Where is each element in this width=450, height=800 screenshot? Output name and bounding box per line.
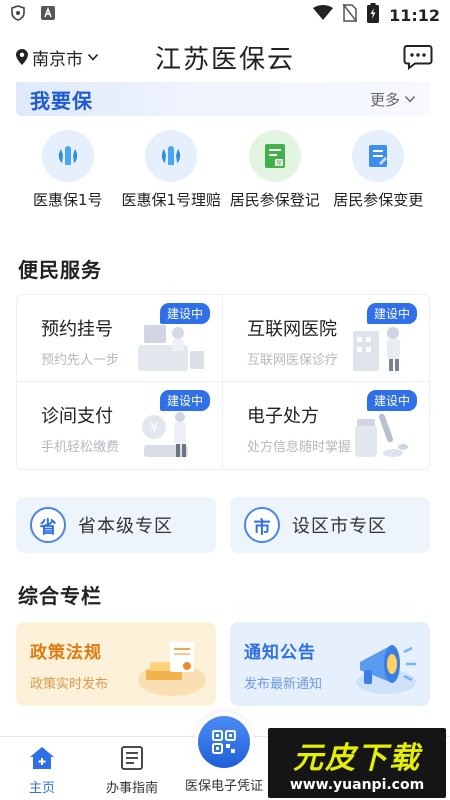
no-sim-icon	[342, 3, 358, 26]
nav-label: 主页	[28, 781, 55, 796]
nav-guide[interactable]: 办事指南	[92, 745, 172, 796]
more-link[interactable]: 更多	[370, 89, 416, 110]
register-doc-icon: 保	[248, 130, 301, 182]
font-a-icon	[40, 5, 56, 25]
quick-item-yihuibao[interactable]: 医惠保1号	[16, 130, 120, 210]
city-selector[interactable]: 南京市	[16, 45, 99, 70]
province-badge-icon: 省	[30, 507, 66, 543]
quick-item-resident-register[interactable]: 保 居民参保登记	[223, 130, 327, 210]
zone-provincial[interactable]: 省 省本级专区	[16, 497, 216, 553]
chevron-down-icon	[87, 53, 99, 61]
message-button[interactable]	[402, 43, 434, 71]
service-internet-hospital[interactable]: 互联网医院 互联网医保诊疗 建设中	[223, 295, 429, 382]
location-pin-icon	[16, 49, 28, 65]
section-title: 便民服务	[18, 258, 102, 282]
hands-icon	[145, 130, 198, 182]
law-books-icon	[138, 642, 206, 696]
hands-icon	[41, 130, 94, 182]
wifi-icon	[313, 5, 334, 25]
watermark-url: www.yuanpi.com	[289, 777, 425, 793]
city-label: 南京市	[32, 49, 83, 70]
payment-coins-icon: ¥	[142, 412, 188, 457]
more-label: 更多	[369, 90, 400, 109]
quick-item-label: 医惠保1号理赔	[121, 191, 222, 209]
nav-home[interactable]: 主页	[2, 745, 82, 796]
column-policy[interactable]: 政策法规 政策实时发布	[16, 622, 216, 706]
zone-label: 省本级专区	[78, 516, 173, 537]
zone-city[interactable]: 市 设区市专区	[230, 497, 430, 553]
medicine-bottle-icon	[355, 413, 408, 457]
service-grid: 预约挂号 预约先人一步 建设中 互联网医院 互联网医保诊疗 建设中 诊间支付 手…	[16, 294, 430, 470]
ecert-scan-button[interactable]	[194, 712, 254, 772]
hospital-building-icon	[353, 327, 400, 371]
service-clinic-payment[interactable]: 诊间支付 手机轻松缴费 建设中 ¥	[17, 382, 223, 469]
quick-item-label: 医惠保1号	[32, 191, 103, 209]
status-bar: 11:12	[0, 0, 450, 30]
chat-bubble-icon	[403, 45, 433, 70]
home-icon	[30, 747, 54, 769]
column-notice[interactable]: 通知公告 发布最新通知	[230, 622, 430, 706]
document-list-icon	[121, 746, 143, 770]
insure-header: 我要保 更多	[16, 82, 430, 116]
clock-time: 11:12	[389, 5, 440, 25]
nav-ecert[interactable]: 医保电子凭证	[184, 775, 264, 794]
city-badge-icon: 市	[244, 507, 280, 543]
app-header: 南京市 江苏医保云	[0, 32, 450, 82]
nav-label: 医保电子凭证	[184, 779, 263, 794]
qr-code-icon	[212, 730, 236, 754]
nav-label: 办事指南	[105, 781, 158, 796]
svg-text:¥: ¥	[150, 421, 158, 436]
chevron-down-icon	[404, 96, 416, 103]
watermark-text: 元皮下载	[293, 741, 421, 776]
quick-item-label: 居民参保登记	[229, 191, 320, 209]
quick-actions: 医惠保1号 医惠保1号理赔 保 居民参保登记 居民参保变更	[16, 130, 430, 210]
quick-item-label: 居民参保变更	[333, 191, 424, 209]
service-appointment[interactable]: 预约挂号 预约先人一步 建设中	[17, 295, 223, 382]
site-watermark: 元皮下载 www.yuanpi.com	[268, 728, 446, 798]
service-e-prescription[interactable]: 电子处方 处方信息随时掌握 建设中	[223, 382, 429, 469]
battery-icon	[367, 3, 380, 27]
section-title: 我要保	[30, 88, 93, 113]
zone-label: 设区市专区	[292, 516, 387, 537]
quick-item-yihuibao-claim[interactable]: 医惠保1号理赔	[120, 130, 224, 210]
quick-item-resident-change[interactable]: 居民参保变更	[327, 130, 431, 210]
megaphone-icon	[356, 645, 416, 694]
svg-text:保: 保	[276, 159, 282, 167]
shield-icon	[10, 5, 26, 25]
reception-desk-icon	[138, 325, 204, 371]
section-title: 综合专栏	[18, 584, 102, 608]
change-doc-icon	[352, 130, 405, 182]
